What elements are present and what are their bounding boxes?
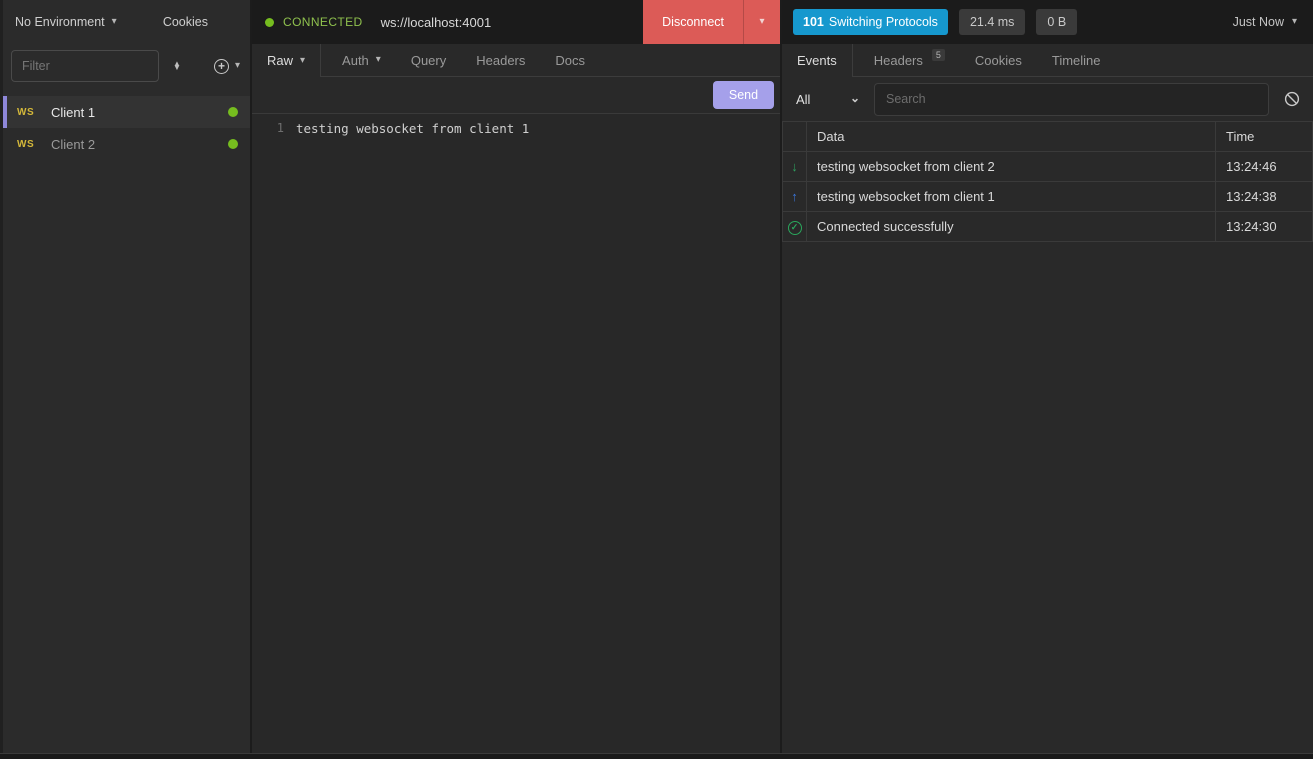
headers-count-badge: 5 [932,49,945,61]
line-number: 1 [252,121,296,753]
message-body-text[interactable]: testing websocket from client 1 [296,121,529,753]
tab-docs[interactable]: Docs [540,44,600,76]
sidebar: No Environment ▾ Cookies ▲ ▼ + ▾ WS Clie… [0,0,252,753]
message-received-icon: ↓ [791,159,798,174]
disconnect-button[interactable]: Disconnect ▾ [643,0,780,44]
icon-column-header [783,122,807,152]
caret-down-icon: ▾ [1292,17,1297,27]
tab-body-type-raw[interactable]: Raw ▾ [252,44,321,77]
tab-auth[interactable]: Auth ▾ [327,44,396,76]
event-row-connected[interactable]: ✓ Connected successfully 13:24:30 [783,212,1313,242]
time-column-header: Time [1216,122,1313,152]
tab-query[interactable]: Query [396,44,461,76]
add-request-button[interactable]: + ▾ [214,59,240,74]
disconnect-label: Disconnect [643,0,743,44]
request-pane: CONNECTED ws://localhost:4001 Disconnect… [252,0,782,753]
request-name: Client 1 [51,105,95,120]
data-column-header: Data [807,122,1216,152]
tab-headers[interactable]: Headers [461,44,540,76]
event-type-value: All [796,92,810,107]
connected-dot-icon [265,18,274,27]
event-time: 13:24:38 [1216,182,1313,212]
bottom-edge-strip [0,753,1313,759]
send-row: Send [252,77,780,113]
response-status-bar: 101 Switching Protocols 21.4 ms 0 B Just… [782,0,1313,44]
event-data[interactable]: testing websocket from client 2 [807,152,1216,182]
status-badge: 101 Switching Protocols [793,9,948,35]
tab-response-cookies[interactable]: Cookies [960,44,1037,76]
connection-status-label: CONNECTED [283,15,363,29]
filter-input[interactable] [11,50,159,82]
event-time: 13:24:30 [1216,212,1313,242]
caret-down-icon: ▾ [376,55,381,65]
response-pane: 101 Switching Protocols 21.4 ms 0 B Just… [782,0,1313,753]
chevron-down-icon: ⌄ [850,95,860,102]
request-name: Client 2 [51,137,95,152]
event-data[interactable]: testing websocket from client 1 [807,182,1216,212]
sidebar-item-client-2[interactable]: WS Client 2 [3,128,250,160]
events-search-input[interactable] [874,83,1269,116]
blocked-icon [1284,91,1300,107]
tab-events[interactable]: Events [782,44,853,77]
event-data[interactable]: Connected successfully [807,212,1216,242]
sort-icon[interactable]: ▲ ▼ [173,62,181,71]
sort-down-icon: ▼ [173,66,181,70]
websocket-url[interactable]: ws://localhost:4001 [381,15,492,30]
connection-status-dot [228,107,238,117]
event-time: 13:24:46 [1216,152,1313,182]
message-editor[interactable]: 1 testing websocket from client 1 [252,113,780,753]
ws-method-badge: WS [17,107,51,118]
sidebar-top-bar: No Environment ▾ Cookies [3,0,250,44]
request-tabs: Auth ▾ Query Headers Docs [321,44,780,77]
response-tab-strip: Events Headers 5 Cookies Timeline [782,44,1313,77]
environment-selector[interactable]: No Environment ▾ [15,15,117,29]
message-sent-icon: ↑ [791,189,798,204]
sidebar-item-client-1[interactable]: WS Client 1 [3,96,250,128]
status-code: 101 [803,15,824,29]
connection-status-dot [228,139,238,149]
caret-down-icon: ▾ [235,61,240,71]
caret-down-icon: ▾ [300,56,305,66]
url-bar: CONNECTED ws://localhost:4001 Disconnect… [252,0,780,44]
event-row-sent[interactable]: ↑ testing websocket from client 1 13:24:… [783,182,1313,212]
events-table: Data Time ↓ testing websocket from clien… [782,121,1313,242]
event-type-select[interactable]: All ⌄ [792,92,864,107]
request-tab-strip: Raw ▾ Auth ▾ Query Headers Docs [252,44,780,77]
clear-events-button[interactable] [1281,91,1303,107]
event-row-received[interactable]: ↓ testing websocket from client 2 13:24:… [783,152,1313,182]
caret-down-icon: ▾ [759,17,764,27]
auth-tab-label: Auth [342,53,369,68]
disconnect-options-button[interactable]: ▾ [743,0,780,44]
status-reason: Switching Protocols [829,15,938,29]
body-type-label: Raw [267,53,293,68]
sidebar-filter-row: ▲ ▼ + ▾ [3,44,250,88]
response-tabs: Headers 5 Cookies Timeline [853,44,1313,77]
environment-label: No Environment [15,15,105,29]
caret-down-icon: ▾ [112,17,117,27]
history-label: Just Now [1233,15,1284,29]
response-time-badge: 21.4 ms [959,9,1025,35]
ws-method-badge: WS [17,139,51,150]
app-window: No Environment ▾ Cookies ▲ ▼ + ▾ WS Clie… [0,0,1313,753]
cookies-button[interactable]: Cookies [163,15,208,29]
request-list: WS Client 1 WS Client 2 [3,96,250,160]
events-filter-row: All ⌄ [782,77,1313,121]
headers-tab-label: Headers [874,53,923,68]
response-size-badge: 0 B [1036,9,1077,35]
events-table-header: Data Time [783,122,1313,152]
tab-response-headers[interactable]: Headers 5 [859,44,960,76]
tab-timeline[interactable]: Timeline [1037,44,1116,76]
send-button[interactable]: Send [713,81,774,109]
response-history-dropdown[interactable]: Just Now ▾ [1233,15,1297,29]
check-circle-icon: ✓ [788,221,802,235]
plus-circle-icon: + [214,59,229,74]
